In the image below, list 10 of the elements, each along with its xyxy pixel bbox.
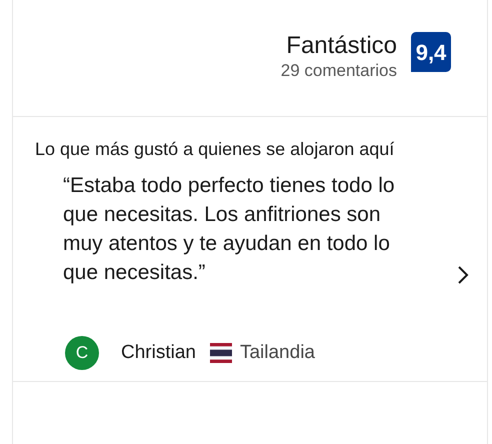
flag-icon [210, 343, 232, 363]
reviewer-country: Tailandia [240, 340, 315, 365]
avatar: C [65, 336, 99, 370]
review-count: 29 comentarios [280, 60, 397, 82]
reviewer-name: Christian [121, 340, 196, 365]
rating-label: Fantástico [286, 32, 397, 60]
highlights-heading: Lo que más gustó a quienes se alojaron aquí [35, 138, 396, 161]
review-quote: “Estaba todo perfecto tienes todo lo que necesitas. Los anfitriones son muy atentos y te ayudan en todo lo que necesitas.” [63, 173, 396, 286]
chevron-right-icon[interactable] [457, 265, 469, 285]
score-badge: 9,4 [411, 32, 451, 72]
